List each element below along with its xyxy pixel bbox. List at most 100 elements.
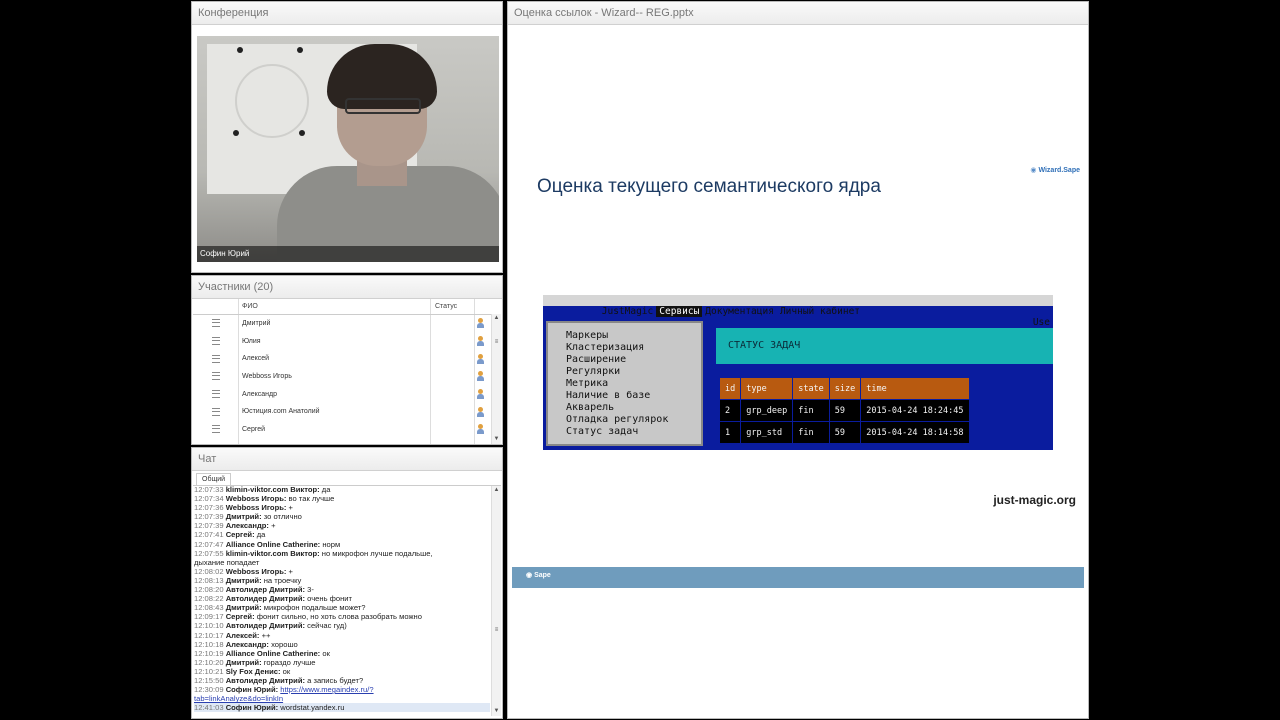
message-text: фонит сильно, но хоть слова разобрать мо… [256,612,422,622]
user-icon [477,424,484,435]
chat-message: tab=linkAnalyze&do=linkIn [194,694,490,703]
terminal-sidebar-item: Расширение [566,354,627,365]
message-text: + [288,503,293,513]
menu-icon[interactable] [212,336,220,345]
whiteboard-drawing [235,64,309,138]
message-text: гораздо лучше [263,657,316,667]
chat-log[interactable]: 12:07:33 klimin-viktor.com Виктор: да 12:… [194,485,490,715]
chat-message: 12:10:17 Алексей: ++ [194,631,490,640]
message-text: микрофон подальше может? [263,603,366,613]
participant-row[interactable]: Юстиция.com Анатолий [193,403,491,421]
chat-message: 12:08:13 Дмитрий: на троечку [194,576,490,585]
scroll-grip-icon[interactable]: ≡ [492,338,501,347]
message-author: Webboss Игорь: [225,566,287,576]
speaker-name-label: Софин Юрий [197,246,499,262]
wizard-sape-logo: ◉ Wizard.Sape [1030,167,1080,174]
participant-row[interactable]: Алексей [193,350,491,368]
magnet-dot [237,47,243,53]
message-time: 12:41:03 [194,703,224,713]
chat-message: 12:07:47 Alliance Online Catherine: норм [194,540,490,549]
terminal-table-cell: 2015-04-24 18:14:58 [860,421,970,444]
message-link[interactable]: tab=linkAnalyze&do=linkIn [194,694,283,703]
terminal-status-title: СТАТУС ЗАДАЧ [716,328,1053,364]
chat-message: 12:30:09 Софин Юрий: https://www.megaind… [194,685,490,694]
participant-row[interactable]: Юлия [193,333,491,351]
column-header-name[interactable]: ФИО [242,299,258,314]
message-time: 12:07:39 [194,521,224,531]
participant-row[interactable]: Александр [193,386,491,404]
menu-icon[interactable] [212,425,220,434]
terminal-sidebar-item: Наличие в базе [566,390,651,401]
chat-message: 12:41:03 Софин Юрий: wordstat.yandex.ru [194,703,490,713]
message-time: 12:07:55 [194,548,224,558]
chat-message: 12:10:18 Александр: хорошо [194,640,490,649]
participant-name: Webboss Игорь [242,373,292,381]
message-author: klimin-viktor.com Виктор: [225,548,320,558]
chat-message: 12:10:21 Sly Fox Денис: ок [194,667,490,676]
scroll-down-icon[interactable]: ▼ [492,435,501,444]
terminal-sidebar-item: Статус задач [566,426,639,437]
menu-icon[interactable] [212,407,220,416]
message-text: да [321,485,331,494]
message-time: 12:08:22 [194,594,224,604]
chat-message: 12:10:19 Alliance Online Catherine: ок [194,649,490,658]
terminal-status-table: id type state size time 2 grp_deep fin 59 2015-0… [718,377,970,444]
menu-item-account: Личный кабинет [779,306,861,317]
message-author: Дмитрий: [225,603,262,613]
menu-icon[interactable] [212,319,220,328]
participant-row[interactable]: Сергей [193,421,491,439]
chat-message: 12:10:10 Автолидер Дмитрий: сейчас гуд) [194,621,490,630]
sape-logo: ◉ Sape [526,572,551,579]
chat-message: 12:15:50 Автолидер Дмитрий: а запись буд… [194,676,490,685]
user-icon [477,388,484,399]
message-text: на троечку [263,575,302,585]
menu-item-user: Use [1032,317,1050,328]
participant-row[interactable]: Дмитрий [193,315,491,333]
terminal-column-header: id [718,377,742,400]
terminal-menubar: JustMagic Сервисы Документация Личный кабин… [543,295,1053,328]
participant-name: Юстиция.com Анатолий [242,408,320,416]
message-time: 12:08:02 [194,566,224,576]
scroll-down-icon[interactable]: ▼ [492,707,501,716]
participant-row[interactable]: Webboss Игорь [193,368,491,386]
menu-icon[interactable] [212,389,220,398]
participant-name: Дмитрий [242,320,271,327]
menu-item-docs: Документация [705,306,774,317]
participants-scrollbar[interactable]: ▲ ≡ ▼ [491,314,501,444]
message-author: Дмитрий: [225,512,262,522]
menu-icon[interactable] [212,354,220,363]
message-text: норм [322,539,341,549]
participants-panel: Участники (20) ФИО Статус Дмитрий Юлия А… [191,275,503,445]
message-time: 12:10:21 [194,666,224,676]
message-author: Alliance Online Catherine: [225,648,321,658]
terminal-table-cell: fin [792,421,830,444]
terminal-table-cell: 59 [828,421,862,444]
chat-message: дыхание попадает [194,558,490,567]
chat-message: 12:07:34 Webboss Игорь: во так лучше [194,494,490,503]
message-author: Webboss Игорь: [225,503,287,513]
menu-icon[interactable] [212,372,220,381]
column-header-status[interactable]: Статус [435,299,457,314]
message-time: 12:09:17 [194,612,224,622]
message-text: во так лучше [288,494,335,504]
chat-scrollbar[interactable]: ▲ ≡ ▼ [491,486,501,716]
chat-message: 12:07:33 klimin-viktor.com Виктор: да [194,485,490,494]
scroll-up-icon[interactable]: ▲ [492,486,501,495]
message-text: дыхание попадает [194,557,260,567]
terminal-table-cell: grp_deep [740,399,794,422]
chat-message: 12:07:55 klimin-viktor.com Виктор: но ми… [194,549,490,558]
terminal-sidebar-item: Регулярки [566,366,621,377]
slide-footer: ◉ Sape [512,567,1084,588]
message-link[interactable]: https://www.megaindex.ru/? [280,685,373,694]
scroll-up-icon[interactable]: ▲ [492,314,501,323]
message-author: Софин Юрий: [225,703,279,713]
scroll-grip-icon[interactable]: ≡ [492,626,501,635]
message-text: 3- [307,585,314,595]
chat-message: 12:08:02 Webboss Игорь: + [194,567,490,576]
chat-message: 12:08:20 Автолидер Дмитрий: 3- [194,585,490,594]
message-author: Sly Fox Денис: [225,666,281,676]
message-text: сейчас гуд) [307,621,347,631]
webcam-video[interactable]: Софин Юрий [197,36,499,262]
message-text: а запись будет? [307,675,364,685]
user-icon [477,318,484,329]
